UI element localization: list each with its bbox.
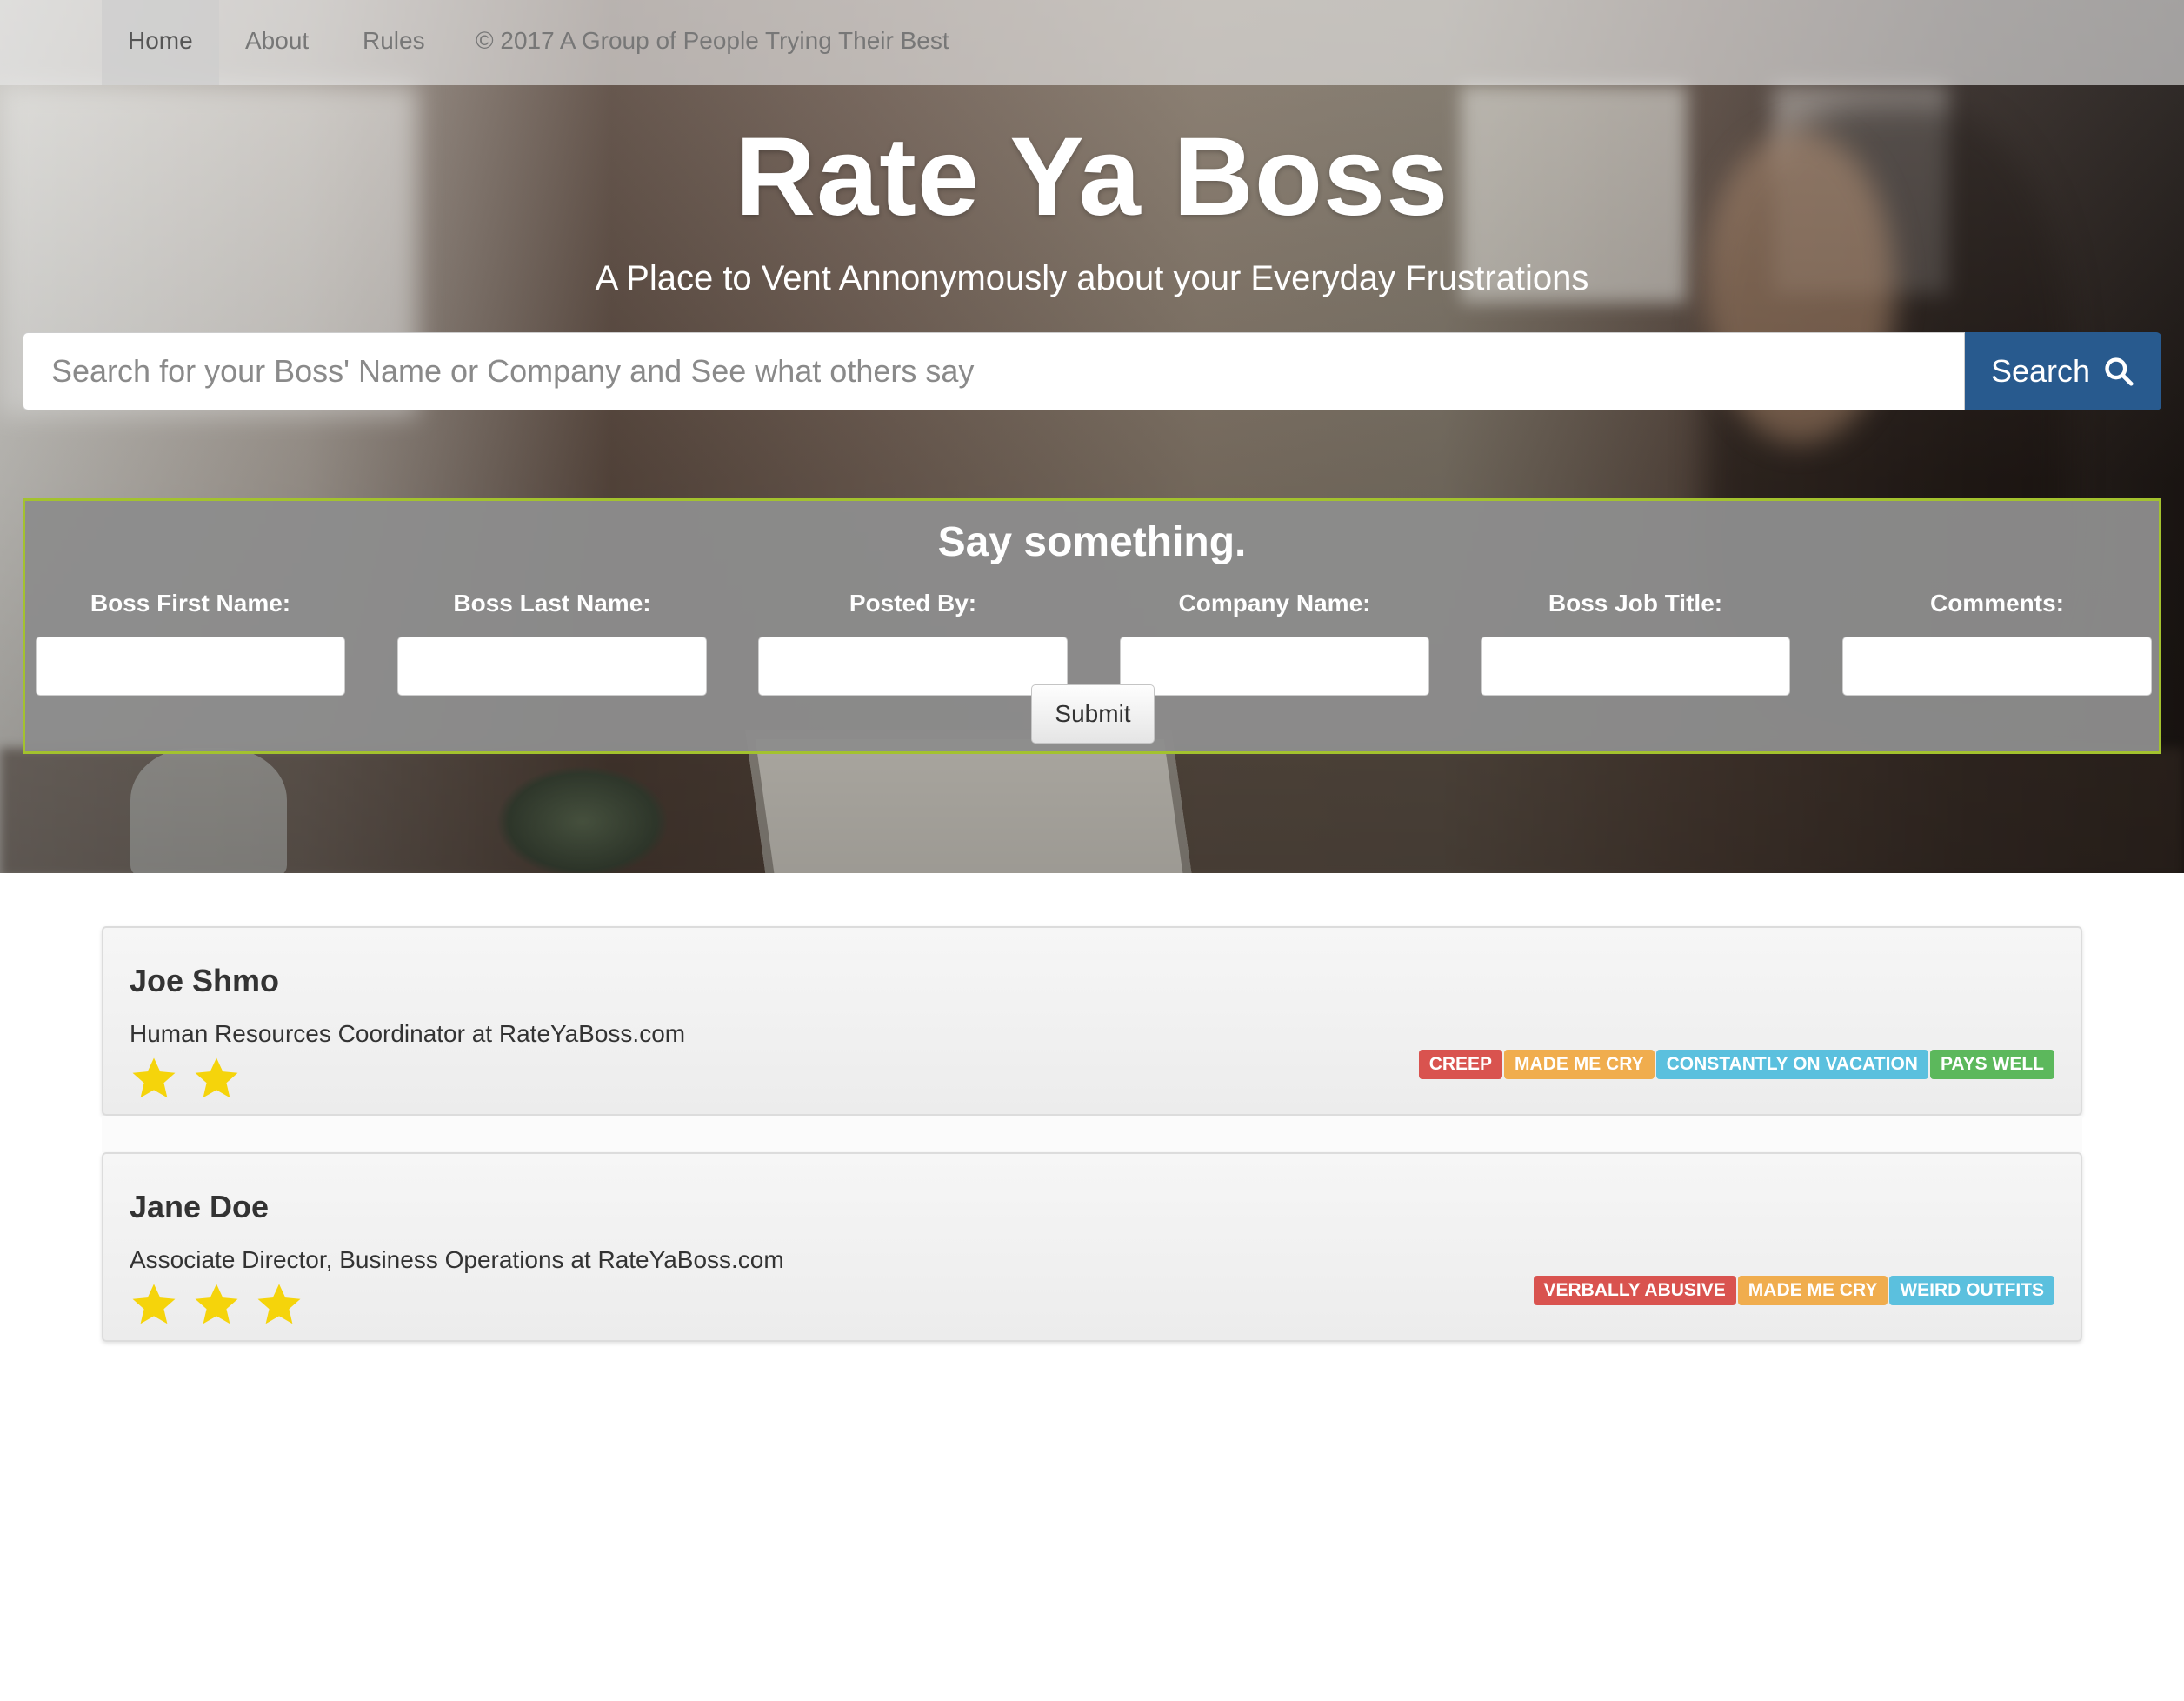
page-subtitle: A Place to Vent Annonymously about your … [595, 259, 1589, 297]
boss-name: Joe Shmo [130, 963, 280, 998]
boss-job-company: Human Resources Coordinator at RateYaBos… [130, 1020, 686, 1047]
boss-name: Jane Doe [130, 1189, 270, 1224]
tag-badge: PAYS WELL [1929, 1050, 2054, 1079]
boss-job-company: Associate Director, Business Operations … [130, 1246, 784, 1273]
tag-badge: MADE ME CRY [1737, 1276, 1888, 1305]
tag-list: VERBALLY ABUSIVE MADE ME CRY WEIRD OUTFI… [1532, 1276, 2054, 1305]
posted-by-label: Posted By: [849, 590, 977, 617]
review-form: Say something. Boss First Name: Boss Las… [23, 498, 2161, 754]
boss-last-name-input[interactable] [397, 637, 707, 696]
star-icon [132, 1284, 176, 1324]
tag-badge: MADE ME CRY [1504, 1050, 1655, 1079]
form-title: Say something. [937, 519, 1247, 565]
review-card[interactable]: Jane Doe Associate Director, Business Op… [102, 1152, 2082, 1342]
star-rating [130, 1055, 241, 1104]
comments-field: Comments: [1842, 588, 2152, 696]
card-spacer [102, 1116, 2082, 1152]
nav-about-link[interactable]: About [219, 0, 335, 85]
company-name-field: Company Name: [1120, 588, 1429, 696]
boss-job-title-input[interactable] [1481, 637, 1790, 696]
company-name-input[interactable] [1120, 637, 1429, 696]
page-title: Rate Ya Boss [735, 115, 1449, 239]
tag-badge: WEIRD OUTFITS [1889, 1276, 2054, 1305]
tag-badge: VERBALLY ABUSIVE [1533, 1276, 1736, 1305]
nav-copyright: © 2017 A Group of People Trying Their Be… [476, 27, 949, 54]
tag-list: CREEP MADE ME CRY CONSTANTLY ON VACATION… [1417, 1050, 2054, 1079]
star-icon [132, 1057, 176, 1098]
boss-job-title-label: Boss Job Title: [1548, 590, 1723, 617]
search-icon [2105, 357, 2134, 386]
boss-last-name-label: Boss Last Name: [453, 590, 651, 617]
star-icon [195, 1284, 238, 1324]
search-button-label: Search [1990, 353, 2091, 389]
review-card[interactable]: Joe Shmo Human Resources Coordinator at … [102, 926, 2082, 1116]
boss-first-name-label: Boss First Name: [90, 590, 291, 617]
boss-job-title-field: Boss Job Title: [1481, 588, 1790, 696]
posted-by-input[interactable] [758, 637, 1068, 696]
nav-home-link[interactable]: Home [102, 0, 219, 85]
comments-label: Comments: [1929, 590, 2064, 617]
star-icon [257, 1284, 301, 1324]
boss-last-name-field: Boss Last Name: [397, 588, 707, 696]
boss-first-name-field: Boss First Name: [36, 588, 345, 696]
search-button[interactable]: Search [1965, 332, 2161, 410]
boss-first-name-input[interactable] [36, 637, 345, 696]
star-icon [195, 1057, 238, 1098]
star-rating [130, 1281, 303, 1330]
submit-button[interactable]: Submit [1031, 684, 1155, 744]
nav-rules-link[interactable]: Rules [336, 0, 451, 85]
navbar: Home About Rules © 2017 A Group of Peopl… [0, 0, 2184, 85]
tag-badge: CREEP [1418, 1050, 1503, 1079]
company-name-label: Company Name: [1178, 590, 1371, 617]
search-input[interactable] [23, 332, 1965, 410]
tag-badge: CONSTANTLY ON VACATION [1655, 1050, 1928, 1079]
posted-by-field: Posted By: [758, 588, 1068, 696]
comments-input[interactable] [1842, 637, 2152, 696]
